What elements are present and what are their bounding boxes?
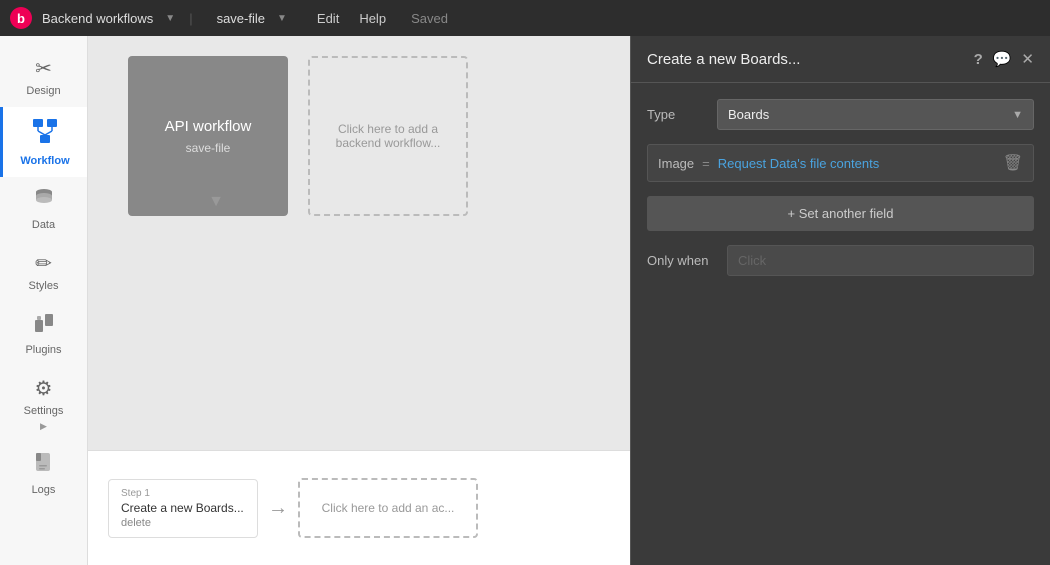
step-arrow: →	[268, 497, 288, 520]
sidebar-item-data[interactable]: Data	[0, 177, 87, 241]
image-value[interactable]: Request Data's file contents	[718, 156, 995, 171]
add-action-block[interactable]: Click here to add an ac...	[298, 478, 478, 538]
sidebar-label-data: Data	[32, 219, 55, 231]
modal-panel: Create a new Boards... ? 💬 ✕ Type Boards…	[630, 36, 1050, 565]
image-delete-icon[interactable]: 🗑	[1003, 153, 1023, 173]
only-when-input[interactable]: Click	[727, 245, 1034, 276]
only-when-row: Only when Click	[647, 245, 1034, 276]
api-workflow-subtitle: save-file	[186, 141, 231, 155]
sidebar-label-design: Design	[26, 85, 60, 97]
plugins-icon	[33, 312, 55, 340]
sidebar-item-styles[interactable]: ✏ Styles	[0, 241, 87, 302]
step-1-name: Create a new Boards...	[121, 501, 245, 515]
topbar: b Backend workflows ▼ | save-file ▼ Edit…	[0, 0, 1050, 36]
step-1-delete[interactable]: delete	[121, 517, 245, 529]
sidebar-label-logs: Logs	[32, 484, 56, 496]
workflow-file-name: save-file	[217, 11, 265, 26]
sidebar-label-workflow: Workflow	[20, 155, 69, 167]
modal-header: Create a new Boards... ? 💬 ✕	[631, 36, 1050, 83]
canvas-down-arrow: ▼	[206, 193, 226, 211]
add-workflow-block[interactable]: Click here to add a backend workflow...	[308, 56, 468, 216]
settings-icon: ⚙	[35, 376, 53, 401]
content-area: API workflow save-file Click here to add…	[88, 36, 1050, 565]
image-eq: =	[702, 156, 710, 171]
chat-icon[interactable]: 💬	[993, 50, 1012, 68]
sidebar-item-workflow[interactable]: Workflow	[0, 107, 87, 177]
type-value: Boards	[728, 107, 769, 122]
data-icon	[33, 187, 55, 215]
modal-action-icons: ? 💬 ✕	[974, 50, 1034, 68]
modal-title: Create a new Boards...	[647, 51, 800, 68]
sidebar-label-plugins: Plugins	[25, 344, 61, 356]
app-name: Backend workflows	[42, 11, 153, 26]
main-layout: ✂ Design Workflow Data	[0, 36, 1050, 565]
type-select[interactable]: Boards ▼	[717, 99, 1034, 130]
top-nav: Edit Help Saved	[317, 11, 448, 26]
sidebar-item-logs[interactable]: Logs	[0, 442, 87, 506]
sidebar-item-settings[interactable]: ⚙ Settings ▶	[0, 366, 87, 442]
workflow-dropdown-arrow[interactable]: ▼	[277, 13, 287, 24]
modal-body: Type Boards ▼ Image = Request Data's fil…	[631, 83, 1050, 306]
only-when-label: Only when	[647, 253, 717, 268]
add-field-button[interactable]: + Set another field	[647, 196, 1034, 231]
type-label: Type	[647, 107, 707, 122]
sidebar-item-design[interactable]: ✂ Design	[0, 46, 87, 107]
sidebar-item-plugins[interactable]: Plugins	[0, 302, 87, 366]
api-workflow-block[interactable]: API workflow save-file	[128, 56, 288, 216]
help-icon[interactable]: ?	[974, 51, 983, 68]
step-1-card[interactable]: Step 1 Create a new Boards... delete	[108, 479, 258, 538]
type-dropdown-arrow: ▼	[1012, 109, 1023, 121]
settings-expand-arrow: ▶	[40, 421, 47, 432]
step-1-label: Step 1	[121, 488, 245, 499]
image-label: Image	[658, 156, 694, 171]
sidebar-label-settings: Settings	[24, 405, 64, 417]
app-dropdown-arrow[interactable]: ▼	[165, 13, 175, 24]
workflow-icon	[31, 117, 59, 151]
styles-icon: ✏	[35, 251, 52, 276]
only-when-placeholder: Click	[738, 253, 766, 268]
api-workflow-title: API workflow	[165, 118, 252, 135]
sidebar: ✂ Design Workflow Data	[0, 36, 88, 565]
add-workflow-text: Click here to add a backend workflow...	[320, 122, 456, 150]
sidebar-label-styles: Styles	[29, 280, 59, 292]
logs-icon	[34, 452, 54, 480]
nav-edit[interactable]: Edit	[317, 11, 339, 26]
app-logo: b	[10, 7, 32, 29]
save-status: Saved	[411, 11, 448, 26]
image-field-row: Image = Request Data's file contents 🗑	[647, 144, 1034, 182]
type-field-row: Type Boards ▼	[647, 99, 1034, 130]
add-action-text: Click here to add an ac...	[322, 501, 455, 515]
nav-help[interactable]: Help	[359, 11, 386, 26]
close-icon[interactable]: ✕	[1021, 50, 1034, 68]
design-icon: ✂	[35, 56, 52, 81]
